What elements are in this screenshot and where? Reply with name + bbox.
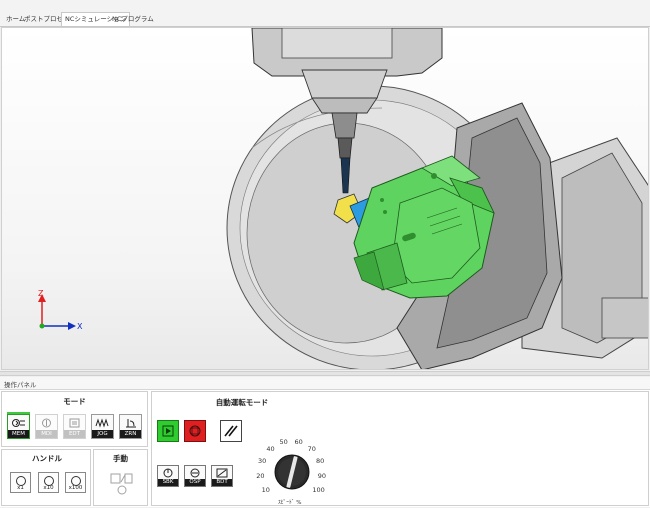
dial-tick-label: 10 (261, 485, 270, 494)
axis-z-label: Z (38, 289, 44, 298)
mode-mdi-button[interactable]: MDI (35, 414, 58, 439)
jog-icon (95, 418, 109, 428)
manual-handwheel-icon (110, 473, 133, 495)
operation-panel: モード MEM MDI EDT JOG ZRN ハンドル x1 x10 x100… (0, 390, 650, 507)
feed-hold-icon (189, 425, 201, 437)
dial-tick-label: 20 (256, 471, 265, 480)
handle-x100-button[interactable]: x100 (65, 472, 86, 493)
mem-icon (12, 419, 25, 427)
operation-panel-header: 操作パネル (0, 377, 650, 390)
reset-button[interactable] (220, 420, 242, 442)
dial-tick-label: 30 (257, 457, 267, 466)
edit-icon (69, 418, 80, 428)
axis-triad: Z X (38, 289, 83, 331)
optional-stop-button[interactable]: OSP (184, 465, 206, 487)
block-delete-button[interactable]: BDT (211, 465, 233, 487)
mode-jog-button[interactable]: JOG (91, 414, 114, 439)
mode-group: モード MEM MDI EDT JOG ZRN (1, 391, 148, 447)
axis-x-label: X (77, 322, 83, 331)
auto-run-group: 自動運転モード SBK OSP BDT ｽﾋﾟｰﾄﾞ % 10 20 30 40… (151, 391, 649, 506)
mode-zrn-button[interactable]: ZRN (119, 414, 142, 439)
manual-group-title: 手動 (113, 454, 128, 463)
operation-panel-title: 操作パネル (4, 381, 37, 389)
manual-group: 手動 (93, 449, 148, 506)
cycle-start-button[interactable] (157, 420, 179, 442)
cycle-start-icon (162, 425, 174, 437)
sbk-icon (163, 468, 173, 478)
handle-x10-button[interactable]: x10 (38, 472, 59, 493)
dial-tick-label: 80 (316, 457, 325, 466)
dial-tick-label: 40 (266, 444, 275, 453)
mode-mem-button[interactable]: MEM (7, 412, 30, 439)
slash-reset-icon (224, 425, 238, 437)
handle-group: ハンドル x1 x10 x100 (1, 449, 91, 506)
manual-feed-button[interactable] (110, 472, 134, 496)
dial-tick-label: 60 (294, 437, 303, 446)
dial-caption: ｽﾋﾟｰﾄﾞ % (278, 500, 302, 506)
dial-tick-label: 70 (307, 444, 316, 453)
tab-nc-program[interactable]: NCプログラム (109, 13, 157, 25)
osp-icon (190, 468, 200, 478)
dial-tick-label: 100 (312, 485, 325, 494)
auto-run-group-title: 自動運転モード (215, 398, 269, 407)
feed-hold-button[interactable] (184, 420, 206, 442)
panel-splitter[interactable] (0, 371, 650, 376)
dial-tick-label: 90 (317, 471, 327, 480)
mdi-icon (42, 418, 51, 428)
single-block-button[interactable]: SBK (157, 465, 179, 487)
tool-holder (331, 112, 358, 139)
zero-return-icon (126, 419, 136, 428)
bdt-icon (216, 468, 228, 478)
mode-group-title: モード (63, 397, 86, 406)
dial-tick-label: 50 (279, 437, 288, 446)
machine-scene: Z X (38, 28, 648, 369)
dial-knob (274, 454, 310, 490)
simulation-viewport[interactable]: Z X (1, 27, 649, 370)
handle-x1-button[interactable]: x1 (10, 472, 31, 493)
mode-edt-button[interactable]: EDT (63, 414, 86, 439)
speed-override-dial[interactable] (252, 434, 332, 506)
ribbon-tabbar: ホーム ポストプロセッサ NCシミュレーション NCプログラム (0, 0, 650, 27)
